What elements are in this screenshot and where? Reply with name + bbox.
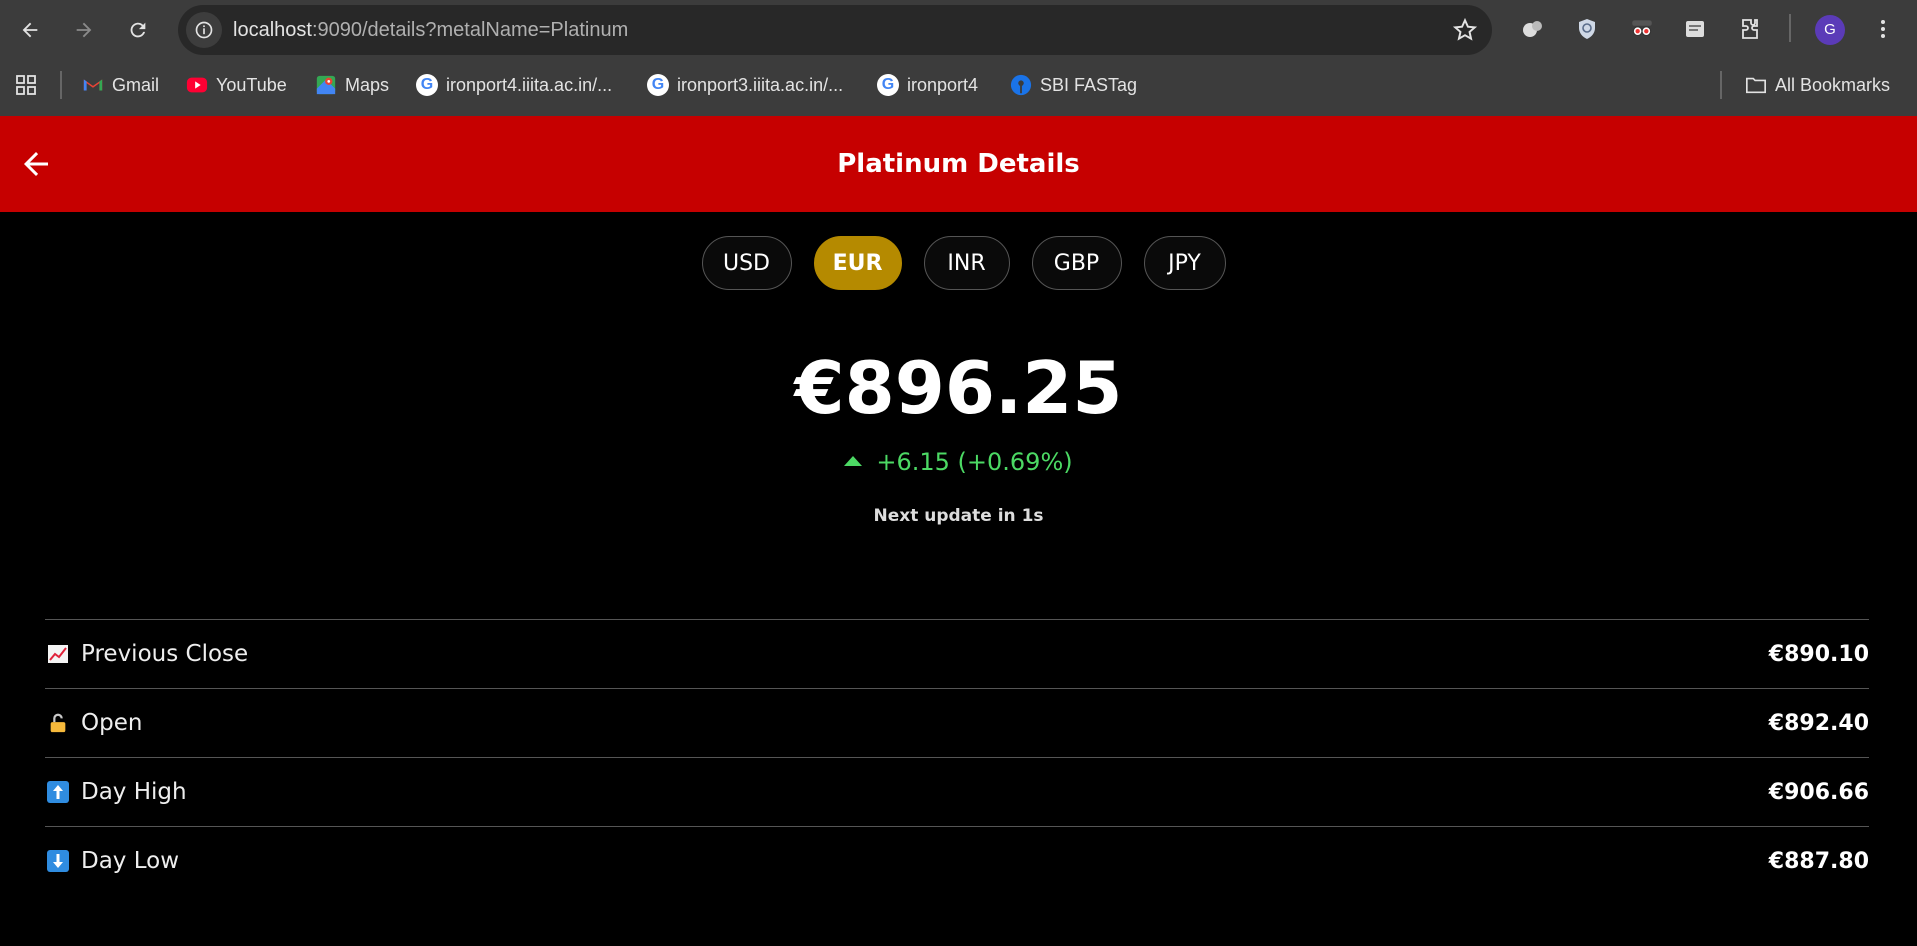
google-icon: G bbox=[647, 74, 669, 96]
reload-button[interactable] bbox=[118, 10, 158, 50]
bookmark-label: ironport3.iiita.ac.in/... bbox=[677, 74, 844, 95]
currency-selector: USD EUR INR GBP JPY bbox=[0, 236, 1917, 290]
spy-extension-icon[interactable] bbox=[1627, 14, 1657, 44]
all-bookmarks-button[interactable]: All Bookmarks bbox=[1745, 60, 1890, 110]
reload-icon bbox=[130, 22, 146, 38]
currency-tab-usd[interactable]: USD bbox=[701, 236, 792, 290]
bookmark-ironport4[interactable]: G ironport4 bbox=[877, 60, 978, 110]
google-icon: G bbox=[877, 74, 899, 96]
site-info-icon[interactable] bbox=[186, 12, 222, 48]
toolbar-divider bbox=[1789, 14, 1791, 42]
url-host: localhost bbox=[233, 19, 312, 41]
currency-tab-inr[interactable]: INR bbox=[923, 236, 1010, 290]
extension-icon[interactable] bbox=[1518, 14, 1548, 44]
stat-label: Open bbox=[45, 710, 142, 736]
stats-list: Previous Close €890.10 Open €892.40 Day … bbox=[45, 619, 1869, 895]
up-triangle-icon bbox=[844, 456, 863, 466]
currency-tab-jpy[interactable]: JPY bbox=[1143, 236, 1226, 290]
back-button[interactable] bbox=[10, 10, 50, 50]
bookmark-label: ironport4.iiita.ac.in/... bbox=[446, 74, 613, 95]
bookmark-star-icon[interactable] bbox=[1452, 17, 1478, 43]
youtube-icon bbox=[186, 74, 208, 96]
up-arrow-icon bbox=[45, 779, 71, 805]
update-countdown: Next update in 1s bbox=[873, 506, 1044, 526]
bookmark-label: SBI FASTag bbox=[1040, 74, 1138, 95]
bookmark-gmail[interactable]: Gmail bbox=[82, 60, 159, 110]
stat-label-text: Day High bbox=[81, 779, 187, 805]
bookmark-label: Gmail bbox=[112, 74, 160, 95]
stat-row-open: Open €892.40 bbox=[45, 688, 1869, 757]
maps-icon bbox=[315, 74, 337, 96]
shield-extension-icon[interactable] bbox=[1572, 14, 1602, 44]
stat-label: Day High bbox=[45, 779, 187, 805]
browser-toolbar: localhost:9090/details?metalName=Platinu… bbox=[0, 0, 1917, 60]
stat-value: €890.10 bbox=[1768, 641, 1869, 667]
bookmark-sbi-fastag[interactable]: SBI FASTag bbox=[1010, 60, 1137, 110]
bookmark-label: ironport4 bbox=[907, 74, 979, 95]
stat-row-day-high: Day High €906.66 bbox=[45, 757, 1869, 826]
stat-value: €887.80 bbox=[1768, 848, 1869, 874]
bookmarks-bar: Gmail YouTube Maps G ironport4.iiita.ac.… bbox=[0, 60, 1917, 116]
chart-increasing-icon bbox=[45, 641, 71, 667]
down-arrow-icon bbox=[45, 848, 71, 874]
bookmark-youtube[interactable]: YouTube bbox=[186, 60, 287, 110]
forward-arrow-icon bbox=[76, 22, 92, 38]
profile-avatar[interactable]: G bbox=[1815, 15, 1845, 45]
back-arrow-icon bbox=[22, 22, 38, 38]
unlocked-icon bbox=[45, 710, 71, 736]
stat-label: Previous Close bbox=[45, 641, 248, 667]
bookmark-ironport3-iiita[interactable]: G ironport3.iiita.ac.in/... bbox=[647, 60, 843, 110]
currency-tab-eur[interactable]: EUR bbox=[813, 236, 902, 290]
currency-tab-gbp[interactable]: GBP bbox=[1031, 236, 1122, 290]
google-icon: G bbox=[416, 74, 438, 96]
all-bookmarks-label: All Bookmarks bbox=[1775, 74, 1891, 95]
bookmark-divider bbox=[60, 71, 62, 99]
bookmark-maps[interactable]: Maps bbox=[315, 60, 389, 110]
stat-row-day-low: Day Low €887.80 bbox=[45, 826, 1869, 895]
stat-value: €906.66 bbox=[1768, 779, 1869, 805]
forward-button[interactable] bbox=[64, 10, 104, 50]
address-bar[interactable]: localhost:9090/details?metalName=Platinu… bbox=[178, 5, 1492, 55]
stat-row-previous-close: Previous Close €890.10 bbox=[45, 619, 1869, 688]
current-price: €896.25 bbox=[794, 346, 1123, 430]
app-header: Platinum Details bbox=[0, 116, 1917, 212]
page-title: Platinum Details bbox=[837, 149, 1080, 179]
stat-label-text: Day Low bbox=[81, 848, 180, 874]
menu-kebab-icon[interactable] bbox=[1868, 14, 1898, 44]
puzzle-extensions-icon[interactable] bbox=[1735, 14, 1765, 44]
stat-label-text: Open bbox=[81, 710, 143, 736]
sbi-icon bbox=[1010, 74, 1032, 96]
bookmark-label: YouTube bbox=[216, 74, 287, 95]
apps-grid-icon[interactable] bbox=[14, 60, 38, 110]
url-text[interactable]: localhost:9090/details?metalName=Platinu… bbox=[233, 5, 628, 55]
url-path: :9090/details?metalName=Platinum bbox=[311, 19, 629, 41]
gmail-icon bbox=[82, 74, 104, 96]
price-change: +6.15 (+0.69%) bbox=[0, 448, 1917, 476]
stat-label: Day Low bbox=[45, 848, 179, 874]
bookmark-ironport4-iiita[interactable]: G ironport4.iiita.ac.in/... bbox=[416, 60, 612, 110]
stat-value: €892.40 bbox=[1768, 710, 1869, 736]
bookmark-label: Maps bbox=[345, 74, 390, 95]
bookmark-divider bbox=[1720, 71, 1722, 99]
stat-label-text: Previous Close bbox=[81, 641, 249, 667]
price-change-text: +6.15 (+0.69%) bbox=[876, 448, 1073, 476]
back-arrow-icon[interactable] bbox=[18, 146, 54, 182]
folder-icon bbox=[1745, 74, 1767, 96]
note-extension-icon[interactable] bbox=[1680, 14, 1710, 44]
